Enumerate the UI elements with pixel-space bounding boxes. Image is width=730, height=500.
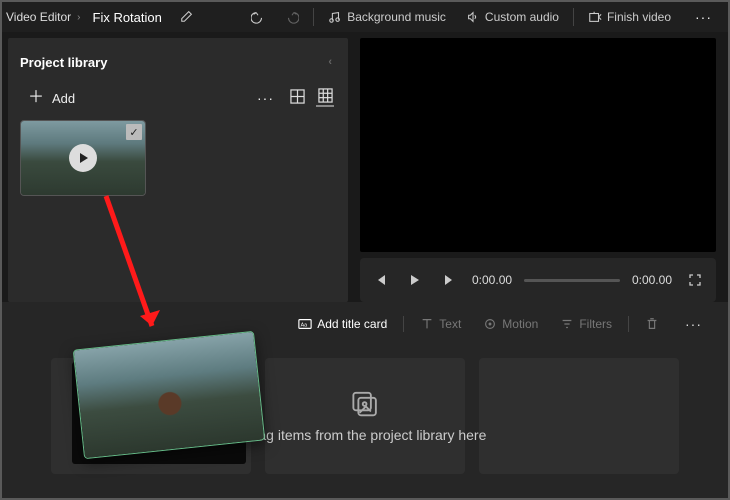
dragging-clip-ghost (72, 340, 262, 456)
preview-panel: 0:00.00 0:00.00 (354, 32, 728, 302)
timeline-more-button[interactable]: ··· (673, 308, 714, 340)
filters-label: Filters (579, 317, 612, 331)
seek-track[interactable] (524, 279, 620, 282)
grid-large-icon[interactable] (288, 89, 306, 107)
play-button[interactable] (404, 269, 426, 291)
delete-button (637, 313, 667, 335)
time-current: 0:00.00 (472, 273, 512, 287)
grid-small-icon[interactable] (316, 89, 334, 107)
collapse-library-button[interactable]: ‹ (324, 52, 336, 72)
drop-hint: Drag items from the project library here (244, 389, 487, 443)
filters-button: Filters (552, 313, 620, 335)
top-bar: Video Editor › Fix Rotation Background m… (2, 2, 728, 32)
add-media-button[interactable]: ＋ Add (22, 86, 81, 110)
time-total: 0:00.00 (632, 273, 672, 287)
svg-text:Aa: Aa (301, 323, 308, 329)
finish-video-button[interactable]: Finish video (580, 6, 679, 28)
plus-icon: ＋ (28, 90, 44, 106)
drop-hint-text: Drag items from the project library here (244, 427, 487, 443)
background-music-label: Background music (347, 10, 446, 24)
fullscreen-button[interactable] (684, 269, 706, 291)
add-label: Add (52, 91, 75, 106)
add-title-card-button[interactable]: Aa Add title card (290, 313, 395, 335)
finish-video-label: Finish video (607, 10, 671, 24)
prev-frame-button[interactable] (370, 269, 392, 291)
undo-button[interactable] (243, 6, 273, 28)
breadcrumb: Video Editor › Fix Rotation (6, 9, 200, 26)
custom-audio-label: Custom audio (485, 10, 559, 24)
custom-audio-button[interactable]: Custom audio (458, 6, 567, 28)
play-overlay-icon[interactable] (69, 144, 97, 172)
breadcrumb-root[interactable]: Video Editor (6, 10, 71, 24)
redo-button[interactable] (277, 6, 307, 28)
project-library-panel: Project library ‹ ＋ Add ··· (8, 38, 348, 302)
motion-button: Motion (475, 313, 546, 335)
more-top-button[interactable]: ··· (683, 1, 724, 33)
timeline-slot[interactable] (479, 358, 679, 474)
chevron-right-icon: › (77, 12, 80, 23)
add-title-card-label: Add title card (317, 317, 387, 331)
next-frame-button[interactable] (438, 269, 460, 291)
image-stack-icon (350, 389, 380, 419)
library-more-button[interactable]: ··· (253, 86, 278, 110)
background-music-button[interactable]: Background music (320, 6, 454, 28)
text-button: Text (412, 313, 469, 335)
preview-canvas[interactable] (360, 38, 716, 252)
checkmark-icon: ✓ (126, 124, 142, 140)
library-title: Project library (20, 55, 107, 70)
text-label: Text (439, 317, 461, 331)
pencil-icon[interactable] (174, 9, 200, 26)
project-name[interactable]: Fix Rotation (87, 10, 168, 25)
library-clip-thumbnail[interactable]: ✓ (20, 120, 146, 196)
player-controls: 0:00.00 0:00.00 (360, 258, 716, 302)
motion-label: Motion (502, 317, 538, 331)
